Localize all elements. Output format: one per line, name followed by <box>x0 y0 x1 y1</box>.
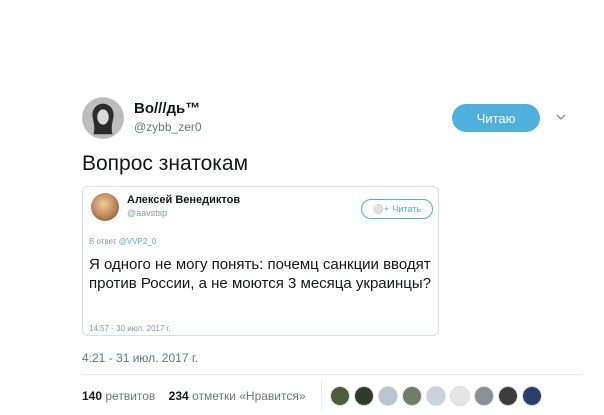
liker-avatar[interactable] <box>426 386 446 406</box>
quoted-author-avatar[interactable] <box>91 193 119 221</box>
likes-stat[interactable]: 234 отметки «Нравится» <box>169 389 306 403</box>
quoted-tweet[interactable]: Алексей Венедиктов @aavstsp ⚪+ Читать В … <box>82 186 439 336</box>
liker-avatar[interactable] <box>474 386 494 406</box>
liker-avatar[interactable] <box>498 386 518 406</box>
liker-avatar[interactable] <box>378 386 398 406</box>
quoted-tweet-time: 14:57 - 30 июл. 2017 г. <box>89 324 171 333</box>
tweet-text: Вопрос знатокам <box>82 152 249 175</box>
retweets-stat[interactable]: 140 ретвитов <box>82 389 155 403</box>
likers-avatars <box>330 386 542 406</box>
quoted-follow-label: Читать <box>392 204 422 214</box>
retweets-count: 140 <box>82 389 103 403</box>
author-avatar-image <box>83 98 123 138</box>
tweet-stats: 140 ретвитов 234 отметки «Нравится» <box>82 389 306 403</box>
liker-avatar[interactable] <box>330 386 350 406</box>
stats-divider <box>321 380 322 410</box>
tweet-timestamp: 4:21 - 31 июл. 2017 г. <box>82 351 199 365</box>
reply-context: В ответ @VVP2_0 <box>89 237 156 246</box>
liker-avatar[interactable] <box>402 386 422 406</box>
reply-handle-link[interactable]: @VVP2_0 <box>119 237 156 246</box>
add-user-icon: ⚪+ <box>372 203 390 214</box>
tweet-page: Во///дь™ @zybb_zer0 Читаю Вопрос знатока… <box>0 0 604 415</box>
divider <box>82 374 582 375</box>
quoted-author-handle[interactable]: @aavstsp <box>127 208 167 218</box>
reply-prefix: В ответ <box>89 237 117 246</box>
likes-label: отметки «Нравится» <box>192 389 306 403</box>
author-handle[interactable]: @zybb_zer0 <box>134 120 202 134</box>
liker-avatar[interactable] <box>522 386 542 406</box>
quoted-tweet-text: Я одного не могу понять: почемц санкции … <box>89 256 432 292</box>
quoted-follow-button[interactable]: ⚪+ Читать <box>361 199 433 219</box>
following-button[interactable]: Читаю <box>452 104 540 132</box>
liker-avatar[interactable] <box>354 386 374 406</box>
author-name[interactable]: Во///дь™ <box>134 100 200 117</box>
liker-avatar[interactable] <box>450 386 470 406</box>
quoted-author-name[interactable]: Алексей Венедиктов <box>127 194 240 206</box>
author-avatar[interactable] <box>82 97 124 139</box>
likes-count: 234 <box>168 389 189 403</box>
chevron-down-icon[interactable] <box>556 112 566 122</box>
retweets-label: ретвитов <box>105 389 156 403</box>
